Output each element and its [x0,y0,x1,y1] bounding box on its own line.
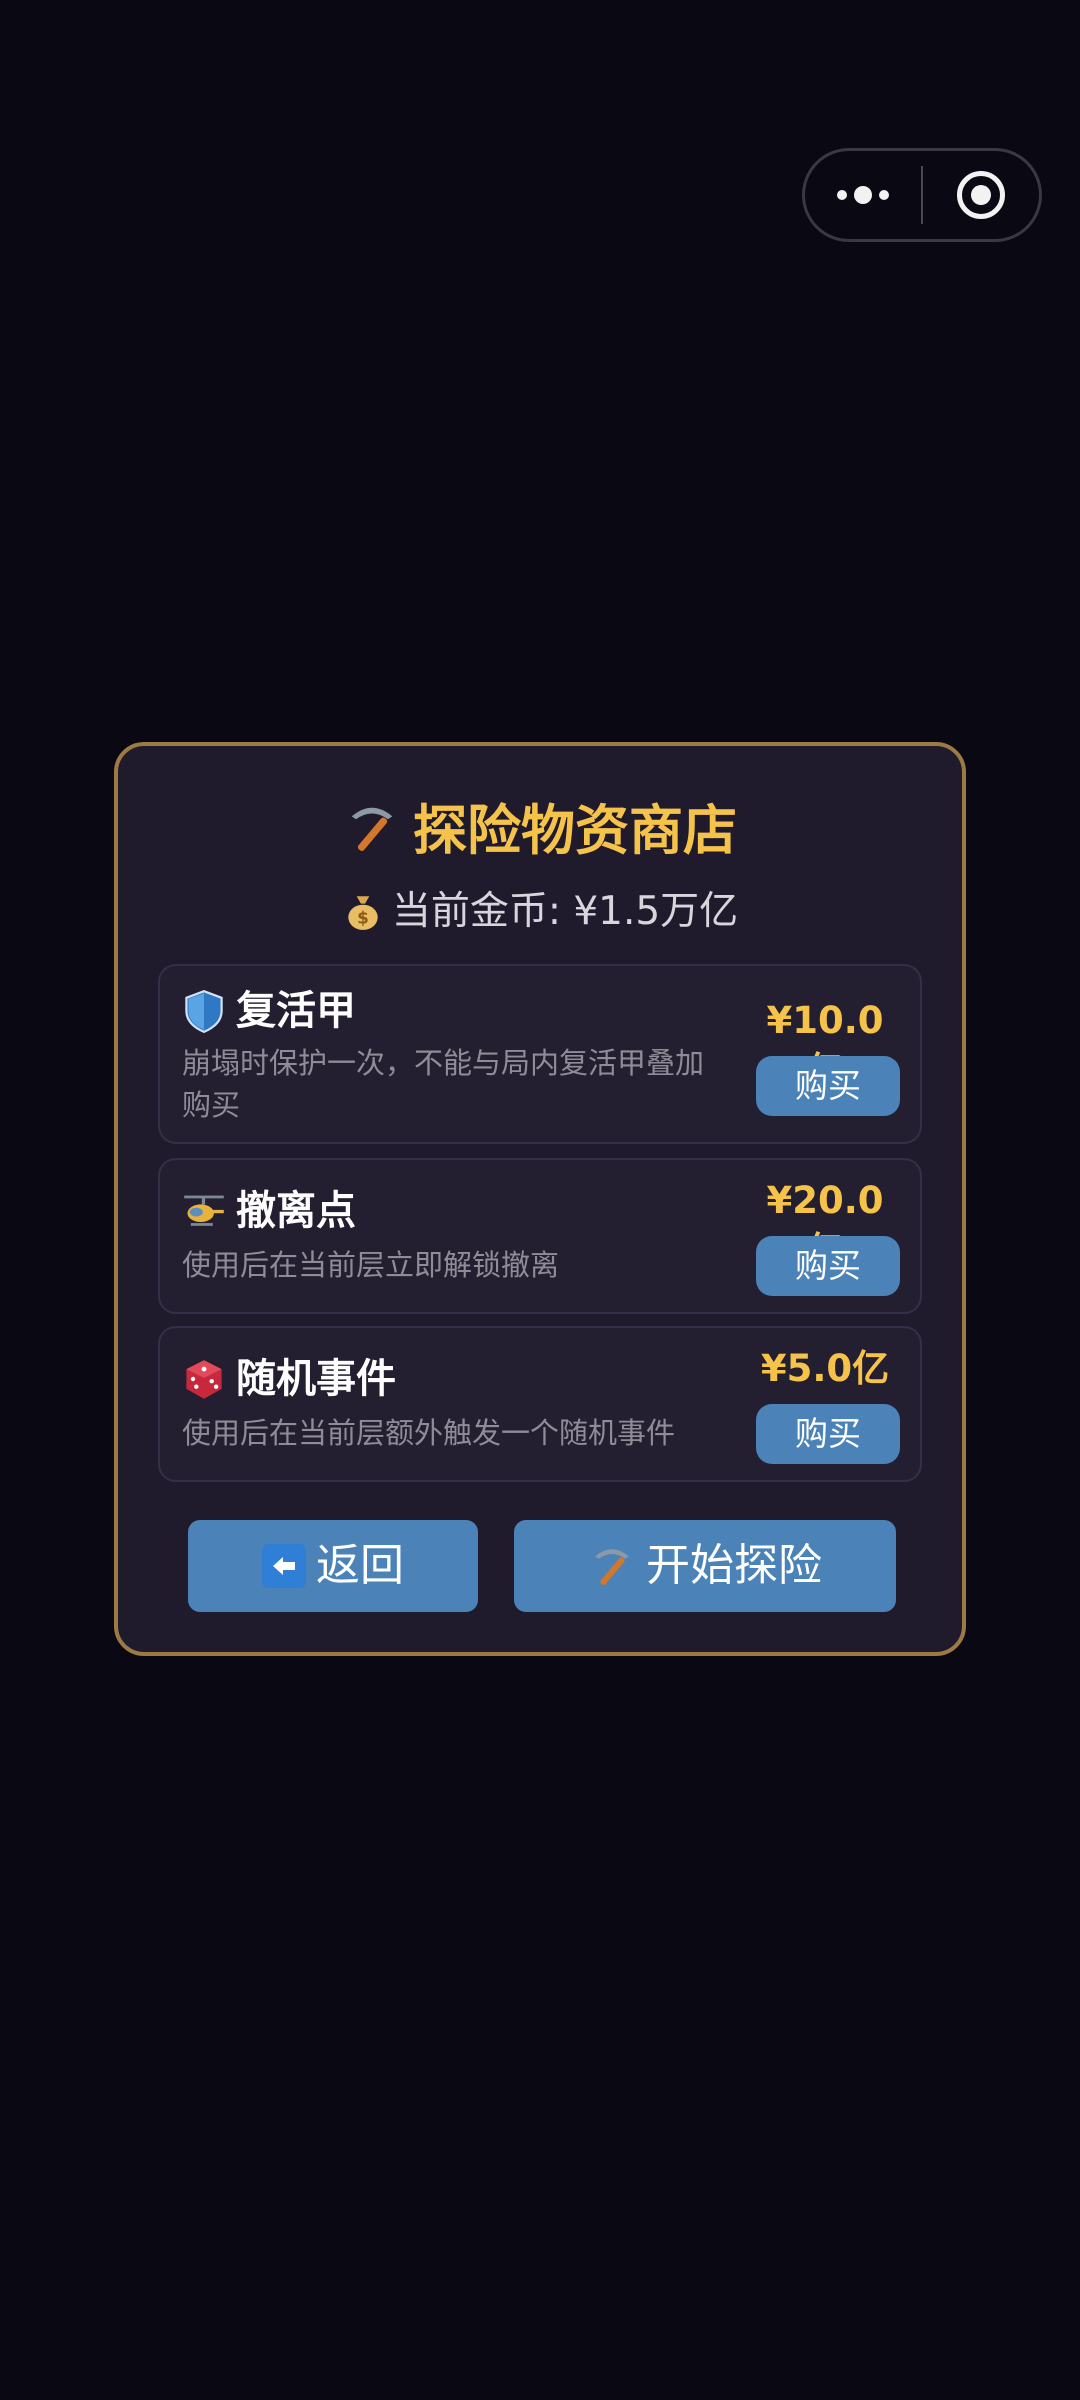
close-button[interactable] [923,151,1039,239]
money-bag-icon: $ [348,896,378,930]
shop-title-text: 探险物资商店 [413,799,737,862]
item-description-line1: 崩塌时保护一次，不能与局内复活甲叠加 [182,1046,705,1080]
item-description: 使用后在当前层额外触发一个随机事件 [182,1416,676,1450]
pickaxe-icon [595,1549,629,1586]
item-name-row: 复活甲 [182,984,356,1038]
buy-button[interactable]: 购买 [756,1236,900,1296]
shop-item-random-event: 随机事件 使用后在当前层额外触发一个随机事件 ¥5.0亿 购买 [158,1326,922,1482]
start-adventure-button[interactable]: 开始探险 [514,1520,896,1612]
buy-button[interactable]: 购买 [756,1404,900,1464]
mini-program-capsule [802,148,1042,242]
item-name: 随机事件 [236,1356,396,1402]
target-close-icon [957,171,1005,219]
buy-button[interactable]: 购买 [756,1056,900,1116]
item-name-row: 随机事件 [182,1352,396,1406]
shop-item-revive-armor: 复活甲 崩塌时保护一次，不能与局内复活甲叠加 购买 ¥10.0亿 购买 [158,964,922,1144]
screen: 探险物资商店 $ 当前金币: ¥1.5万亿 复活甲 崩塌时保护一次，不能与局内复… [0,0,1080,2400]
more-dots-icon[interactable] [805,151,921,239]
item-name: 撤离点 [236,1188,356,1234]
back-button-label: 返回 [316,1540,404,1591]
shop-dialog: 探险物资商店 $ 当前金币: ¥1.5万亿 复活甲 崩塌时保护一次，不能与局内复… [114,742,966,1656]
helicopter-icon [182,1189,226,1233]
item-description: 崩塌时保护一次，不能与局内复活甲叠加 购买 [182,1042,704,1126]
shop-item-evac-point: 撤离点 使用后在当前层立即解锁撤离 ¥20.0亿 购买 [158,1158,922,1314]
back-button[interactable]: 返回 [188,1520,478,1612]
dice-icon [182,1357,226,1401]
svg-text:$: $ [357,908,369,928]
shield-icon [182,989,226,1033]
start-button-label: 开始探险 [646,1540,822,1591]
item-description: 使用后在当前层立即解锁撤离 [182,1248,560,1282]
coins-display: $ 当前金币: ¥1.5万亿 [118,884,962,940]
item-name: 复活甲 [236,988,356,1034]
item-price: ¥5.0亿 [760,1347,890,1390]
left-arrow-icon [262,1544,306,1588]
coins-text: 当前金币: ¥1.5万亿 [391,889,739,934]
shop-title: 探险物资商店 [118,796,962,866]
item-description-line2: 购买 [182,1088,241,1122]
item-name-row: 撤离点 [182,1184,356,1238]
pickaxe-icon [351,807,393,851]
